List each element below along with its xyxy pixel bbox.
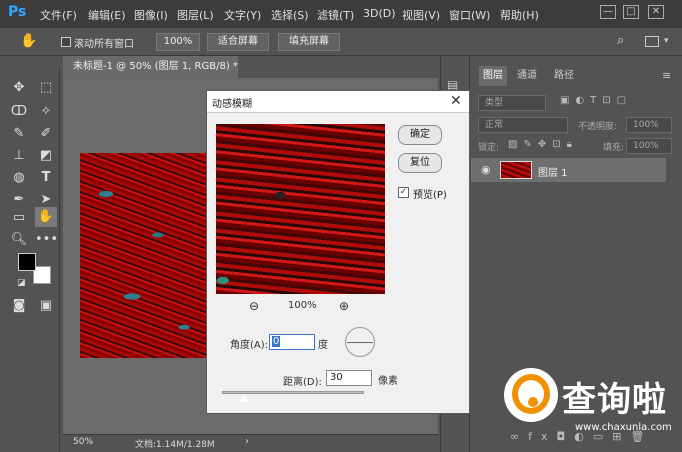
eraser-tool-icon[interactable]: ◩ — [35, 146, 57, 166]
fit-screen-button[interactable]: 适合屏幕 — [207, 33, 269, 51]
fill-value: 100% — [633, 141, 659, 151]
layer-thumbnail[interactable] — [500, 161, 532, 179]
menu-image[interactable]: 图像(I) — [134, 7, 168, 23]
blend-mode-label: 正常 — [485, 120, 504, 130]
distance-input[interactable]: 30 — [326, 370, 372, 386]
scroll-all-windows-label: 滚动所有窗口 — [74, 39, 134, 50]
panel-menu-icon[interactable]: ≡ — [662, 69, 671, 82]
menu-edit[interactable]: 编辑(E) — [88, 7, 126, 23]
layer-filter-icons[interactable]: ▣◐T⊡▢ — [560, 95, 632, 106]
blur-preview[interactable] — [216, 124, 385, 294]
reset-button[interactable]: 复位 — [398, 153, 442, 173]
angle-unit: 度 — [318, 340, 328, 351]
distance-slider-track[interactable] — [222, 391, 364, 394]
zoom-100-button[interactable]: 100% — [156, 33, 200, 51]
workspace-icon[interactable] — [645, 36, 659, 47]
dodge-tool-icon[interactable]: ◍ — [8, 168, 30, 188]
screen-mode-icon[interactable]: ▣ — [35, 296, 57, 316]
magic-wand-tool-icon[interactable]: ✧ — [35, 102, 57, 122]
layer-filter-label: 类型 — [485, 98, 504, 108]
angle-value: 0 — [272, 336, 281, 347]
brush-tool-icon[interactable]: ✐ — [35, 124, 57, 144]
angle-input[interactable]: 0 — [269, 334, 315, 350]
scroll-all-windows-checkbox[interactable] — [61, 37, 71, 47]
lasso-tool-icon[interactable]: ↀ — [8, 102, 30, 122]
status-arrow-icon[interactable]: › — [245, 436, 249, 447]
search-icon[interactable]: ⌕ — [617, 33, 624, 48]
eyedropper-tool-icon[interactable]: ✎ — [8, 124, 30, 144]
marquee-tool-icon[interactable]: ⬚ — [35, 78, 57, 98]
stamp-tool-icon[interactable]: ⊥ — [8, 146, 30, 166]
move-tool-icon[interactable]: ✥ — [8, 78, 30, 98]
angle-label: 角度(A): — [230, 340, 269, 351]
hand-tool-icon: ✋ — [20, 33, 38, 49]
watermark-q-icon — [512, 374, 550, 414]
workspace-dropdown-icon[interactable]: ▾ — [664, 36, 669, 46]
tab-layers[interactable]: 图层 — [479, 66, 507, 86]
tab-channels[interactable]: 通道 — [513, 66, 541, 86]
canvas-image[interactable] — [80, 153, 210, 358]
menu-file[interactable]: 文件(F) — [40, 7, 77, 23]
pen-tool-icon[interactable]: ✒ — [8, 190, 30, 210]
close-window-button[interactable]: ✕ — [648, 5, 664, 19]
preview-zoom-percent: 100% — [288, 300, 317, 311]
ok-button[interactable]: 确定 — [398, 125, 442, 145]
menu-layer[interactable]: 图层(L) — [177, 7, 214, 23]
hand-tool-icon[interactable]: ✋ — [35, 207, 57, 227]
menu-window[interactable]: 窗口(W) — [449, 7, 490, 23]
fill-label: 填充: — [603, 143, 625, 153]
distance-value: 30 — [330, 372, 343, 383]
layer-filter-select[interactable]: 类型 — [478, 95, 546, 111]
menu-filter[interactable]: 滤镜(T) — [317, 7, 354, 23]
lock-icons[interactable]: ▨✎✥⊡🔒︎ — [508, 139, 578, 150]
opacity-value: 100% — [633, 120, 659, 130]
photoshop-logo: Ps — [8, 4, 27, 20]
status-doc-info: 文档:1.14M/1.28M — [135, 440, 215, 450]
foreground-color-swatch[interactable] — [18, 253, 36, 271]
document-tab-title: 未标题-1 @ 50% (图层 1, RGB/8) * — [73, 61, 238, 72]
more-tools-icon[interactable]: ••• — [35, 230, 58, 250]
zoom-out-icon[interactable]: ⊖ — [249, 299, 259, 313]
watermark-url: www.chaxunla.com — [575, 422, 672, 433]
menu-help[interactable]: 帮助(H) — [500, 7, 539, 23]
tab-paths[interactable]: 路径 — [550, 66, 578, 86]
lock-label: 锁定: — [478, 143, 500, 153]
watermark-dot — [528, 397, 538, 407]
angle-dial-line — [347, 342, 373, 343]
rectangle-tool-icon[interactable]: ▭ — [8, 208, 30, 228]
minimize-button[interactable]: — — [600, 5, 616, 19]
fill-field[interactable]: 100% — [626, 138, 672, 154]
preview-label: 预览(P) — [413, 190, 447, 201]
menu-select[interactable]: 选择(S) — [271, 7, 309, 23]
zoom-tool-icon[interactable]: 🔍︎ — [8, 230, 30, 250]
distance-label: 距离(D): — [283, 377, 322, 388]
menu-3d[interactable]: 3D(D) — [363, 7, 396, 20]
quick-mask-icon[interactable]: ◙ — [8, 296, 30, 316]
opacity-label: 不透明度: — [578, 122, 618, 132]
watermark-text: 查询啦 — [562, 380, 667, 420]
restore-button[interactable]: □ — [623, 5, 639, 19]
blend-mode-select[interactable]: 正常 — [478, 117, 568, 133]
menu-view[interactable]: 视图(V) — [402, 7, 440, 23]
zoom-in-icon[interactable]: ⊕ — [339, 299, 349, 313]
dialog-close-icon[interactable]: ✕ — [450, 93, 462, 109]
preview-checkbox[interactable]: ✓ — [398, 187, 409, 198]
document-tab[interactable]: 未标题-1 @ 50% (图层 1, RGB/8) * × — [63, 56, 238, 94]
distance-unit: 像素 — [378, 376, 398, 387]
layer-name[interactable]: 图层 1 — [538, 164, 568, 179]
dialog-title: 动感模糊 — [212, 99, 252, 110]
opacity-field[interactable]: 100% — [626, 117, 672, 133]
status-zoom[interactable]: 50% — [73, 437, 93, 447]
distance-slider-thumb[interactable] — [239, 395, 249, 402]
menu-type[interactable]: 文字(Y) — [224, 7, 261, 23]
status-bar: 50% 文档:1.14M/1.28M › — [63, 434, 438, 452]
default-colors-icon[interactable]: ◪ — [17, 278, 26, 288]
type-tool-icon[interactable]: T — [35, 168, 57, 188]
eye-icon[interactable]: ◉ — [481, 163, 491, 176]
fill-screen-button[interactable]: 填充屏幕 — [278, 33, 340, 51]
